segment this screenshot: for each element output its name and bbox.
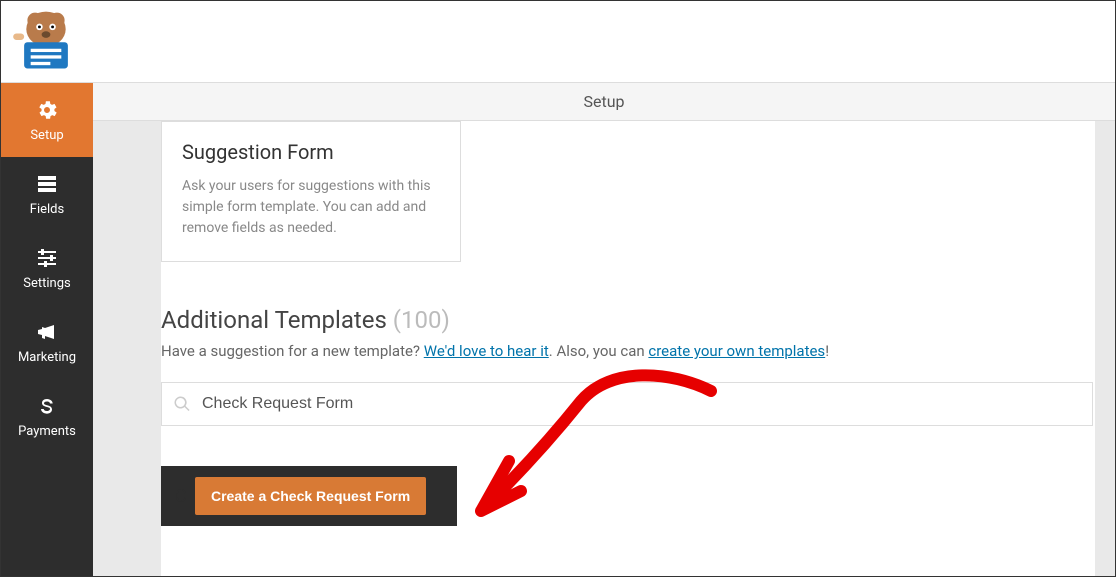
sidebar-item-settings[interactable]: Settings xyxy=(1,231,93,305)
sidebar-item-label: Marketing xyxy=(18,350,76,365)
template-card-title: Suggestion Form xyxy=(182,140,440,164)
template-result-row[interactable]: C Create a Check Request Form xyxy=(161,466,457,526)
sidebar-item-label: Payments xyxy=(18,424,76,439)
sidebar-item-label: Setup xyxy=(30,128,63,143)
bullhorn-icon xyxy=(35,320,59,344)
template-card-suggestion-form[interactable]: Suggestion Form Ask your users for sugge… xyxy=(161,121,461,262)
sidebar-item-fields[interactable]: Fields xyxy=(1,157,93,231)
create-own-templates-link[interactable]: create your own templates xyxy=(648,342,825,360)
dollar-icon xyxy=(35,394,59,418)
template-search-input[interactable] xyxy=(161,382,1093,426)
list-icon xyxy=(35,172,59,196)
section-title-text: Additional Templates xyxy=(161,306,387,334)
annotation-arrow-icon xyxy=(461,351,721,521)
sidebar-item-marketing[interactable]: Marketing xyxy=(1,305,93,379)
search-icon xyxy=(173,395,191,413)
page-title: Setup xyxy=(583,92,624,111)
template-card-desc: Ask your users for suggestions with this… xyxy=(182,176,440,239)
main-area: Suggestion Form Ask your users for sugge… xyxy=(93,121,1115,576)
create-check-request-form-button[interactable]: Create a Check Request Form xyxy=(195,477,426,515)
top-bar xyxy=(1,1,1115,83)
sliders-icon xyxy=(35,246,59,270)
additional-templates-heading: Additional Templates (100) xyxy=(161,306,1095,334)
content-panel: Suggestion Form Ask your users for sugge… xyxy=(161,121,1095,576)
suggest-suffix: ! xyxy=(825,342,829,360)
feedback-link[interactable]: We'd love to hear it xyxy=(424,342,549,360)
sidebar: Setup Fields Settings Marketing Payments xyxy=(1,83,93,576)
section-count: (100) xyxy=(393,306,450,334)
sidebar-item-payments[interactable]: Payments xyxy=(1,379,93,453)
suggest-prefix: Have a suggestion for a new template? xyxy=(161,342,424,360)
result-item-initial: C xyxy=(175,486,187,507)
sidebar-item-label: Fields xyxy=(30,202,64,217)
sidebar-item-label: Settings xyxy=(23,276,70,291)
suggest-mid: . Also, you can xyxy=(549,342,649,360)
wpforms-logo-icon xyxy=(11,5,81,75)
template-search-wrap xyxy=(161,382,1093,426)
gear-icon xyxy=(35,98,59,122)
suggestion-line: Have a suggestion for a new template? We… xyxy=(161,342,1095,360)
page-header: Setup xyxy=(93,83,1115,121)
sidebar-item-setup[interactable]: Setup xyxy=(1,83,93,157)
